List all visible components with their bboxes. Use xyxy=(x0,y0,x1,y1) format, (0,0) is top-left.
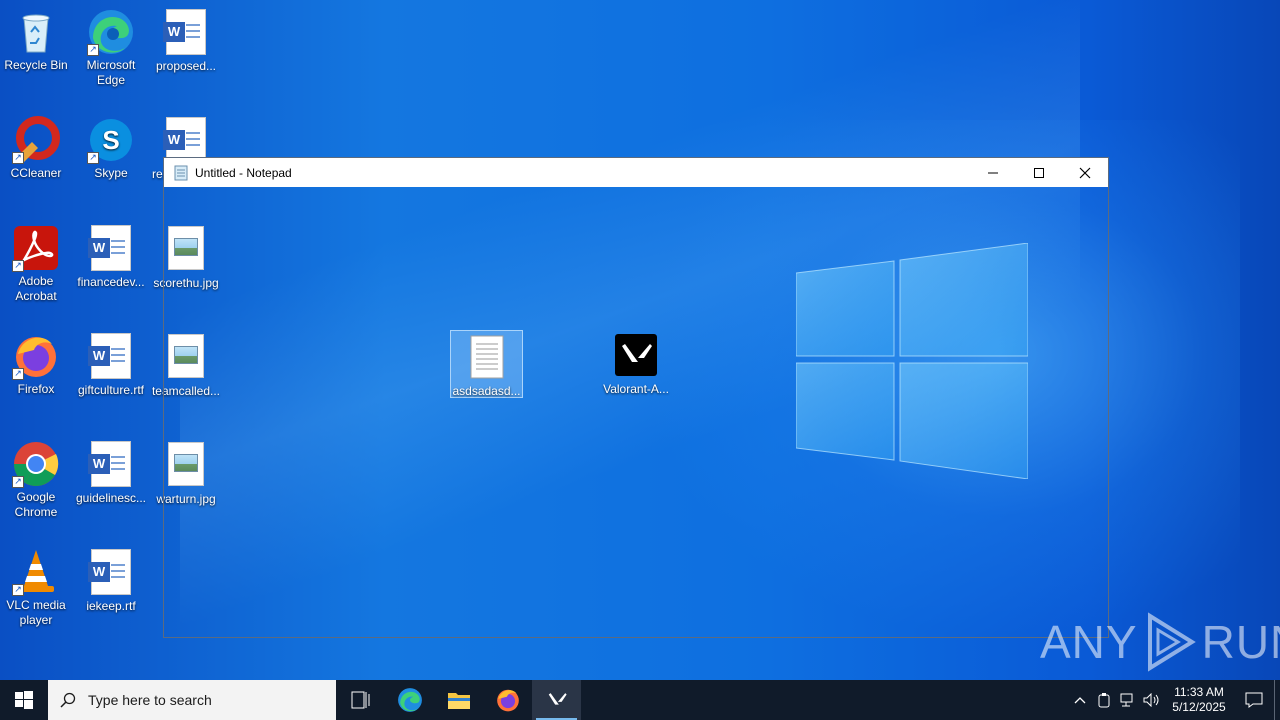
desktop-icon-iekeep[interactable]: W iekeep.rtf xyxy=(73,548,149,614)
taskbar-search-box[interactable]: Type here to search xyxy=(48,680,336,720)
close-button[interactable] xyxy=(1062,158,1108,187)
maximize-icon xyxy=(1034,167,1044,178)
folder-icon xyxy=(447,693,470,709)
shortcut-arrow-icon: ↗ xyxy=(12,368,24,380)
watermark-text-any: ANY xyxy=(1040,616,1138,668)
taskbar: Type here to search 11:33 AM 5/12/2025 xyxy=(0,680,1280,720)
word-document-icon: W xyxy=(162,9,210,57)
network-icon xyxy=(1120,693,1133,707)
desktop-icon-google-chrome[interactable]: ↗ Google Chrome xyxy=(0,440,74,520)
notepad-icon xyxy=(174,165,188,180)
firefox-icon: ↗ xyxy=(12,332,60,380)
valorant-icon xyxy=(612,332,660,380)
action-center-button[interactable] xyxy=(1234,680,1274,720)
system-tray: 11:33 AM 5/12/2025 xyxy=(1068,680,1280,720)
edge-icon: ↗ xyxy=(87,8,135,56)
shortcut-arrow-icon: ↗ xyxy=(12,584,24,596)
taskbar-file-explorer-button[interactable] xyxy=(434,680,483,720)
word-document-icon: W xyxy=(87,441,135,489)
desktop-icon-giftculture[interactable]: W giftculture.rtf xyxy=(73,332,149,398)
shortcut-arrow-icon: ↗ xyxy=(87,152,99,164)
desktop-icon-label: Microsoft Edge xyxy=(86,58,136,87)
search-placeholder: Type here to search xyxy=(88,692,212,708)
desktop-icon-guidelinesc[interactable]: W guidelinesc... xyxy=(73,440,149,506)
desktop-icon-label: VLC media player xyxy=(6,598,66,627)
volume-button[interactable] xyxy=(1140,680,1164,720)
svg-text:S: S xyxy=(102,125,119,155)
clock-date: 5/12/2025 xyxy=(1172,700,1226,714)
desktop-icon-vlc[interactable]: ↗ VLC media player xyxy=(0,548,74,628)
desktop-icon-label: CCleaner xyxy=(10,166,62,180)
clock-time: 11:33 AM xyxy=(1174,685,1224,699)
show-hidden-icons-button[interactable] xyxy=(1068,680,1092,720)
taskbar-valorant-button[interactable] xyxy=(532,680,581,720)
desktop-icon-label: Skype xyxy=(94,166,128,180)
minimize-button[interactable] xyxy=(970,158,1016,187)
word-document-icon: W xyxy=(87,225,135,273)
desktop-icon-valorant[interactable]: Valorant-A... xyxy=(598,332,674,397)
valorant-icon xyxy=(548,693,567,705)
word-document-icon: W xyxy=(87,549,135,597)
desktop-icon-financedev[interactable]: W financedev... xyxy=(73,224,149,290)
shortcut-arrow-icon: ↗ xyxy=(12,260,24,272)
firefox-icon xyxy=(496,689,519,712)
notification-icon xyxy=(1245,692,1263,708)
ccleaner-icon: ↗ xyxy=(12,116,60,164)
anyrun-watermark: ANY RUN xyxy=(1040,610,1280,674)
desktop-icon-label: Valorant-A... xyxy=(603,382,669,396)
windows-start-icon xyxy=(15,691,33,709)
desktop-icon-label: asdsadasd... xyxy=(452,384,521,398)
play-triangle-icon xyxy=(1147,612,1196,672)
word-document-icon: W xyxy=(87,333,135,381)
desktop-icon-label: guidelinesc... xyxy=(75,491,147,505)
skype-icon: S ↗ xyxy=(87,116,135,164)
speaker-icon xyxy=(1143,693,1159,707)
adobe-acrobat-icon: ↗ xyxy=(12,224,60,272)
desktop-icon-ccleaner[interactable]: ↗ CCleaner xyxy=(0,116,74,181)
task-view-button[interactable] xyxy=(336,680,385,720)
taskbar-clock[interactable]: 11:33 AM 5/12/2025 xyxy=(1164,685,1234,715)
taskbar-firefox-button[interactable] xyxy=(483,680,532,720)
text-file-icon xyxy=(463,334,511,382)
device-tray-button[interactable] xyxy=(1092,680,1116,720)
shortcut-arrow-icon: ↗ xyxy=(87,44,99,56)
vlc-cone-icon: ↗ xyxy=(12,548,60,596)
desktop-icon-label: giftculture.rtf xyxy=(77,383,145,397)
desktop-icon-microsoft-edge[interactable]: ↗ Microsoft Edge xyxy=(73,8,149,88)
start-button[interactable] xyxy=(0,680,48,720)
close-icon xyxy=(1079,167,1091,178)
maximize-button[interactable] xyxy=(1016,158,1062,187)
shortcut-arrow-icon: ↗ xyxy=(12,476,24,488)
search-icon xyxy=(60,692,76,708)
notepad-window[interactable]: Untitled - Notepad xyxy=(163,157,1109,638)
watermark-text-run: RUN xyxy=(1201,616,1280,668)
device-icon xyxy=(1098,693,1110,708)
task-view-icon xyxy=(351,691,369,709)
desktop-icon-adobe-acrobat[interactable]: ↗ Adobe Acrobat xyxy=(0,224,74,304)
desktop-icon-recycle-bin[interactable]: Recycle Bin xyxy=(0,8,74,73)
desktop-icon-skype[interactable]: S ↗ Skype xyxy=(73,116,149,181)
shortcut-arrow-icon: ↗ xyxy=(12,152,24,164)
desktop-icon-label: iekeep.rtf xyxy=(86,599,136,613)
chrome-icon: ↗ xyxy=(12,440,60,488)
edge-icon xyxy=(397,688,422,712)
desktop-icon-label: Recycle Bin xyxy=(4,58,68,72)
taskbar-edge-button[interactable] xyxy=(385,680,434,720)
desktop-icon-asdsadasd[interactable]: asdsadasd... xyxy=(450,330,523,398)
desktop-icon-proposed[interactable]: W proposed... xyxy=(148,8,224,74)
minimize-icon xyxy=(988,172,998,173)
window-title: Untitled - Notepad xyxy=(195,165,292,180)
chevron-up-icon xyxy=(1074,697,1086,704)
notepad-titlebar[interactable]: Untitled - Notepad xyxy=(164,158,1108,187)
desktop-icon-firefox[interactable]: ↗ Firefox xyxy=(0,332,74,397)
recycle-bin-icon xyxy=(12,8,60,56)
desktop-icon-label: financedev... xyxy=(77,275,145,289)
desktop-icon-label: Firefox xyxy=(17,382,55,396)
show-desktop-button[interactable] xyxy=(1274,680,1280,720)
network-button[interactable] xyxy=(1116,680,1140,720)
desktop-icon-label: Google Chrome xyxy=(14,490,58,519)
desktop-icon-label: proposed... xyxy=(155,59,217,73)
desktop-icon-label: Adobe Acrobat xyxy=(15,274,57,303)
